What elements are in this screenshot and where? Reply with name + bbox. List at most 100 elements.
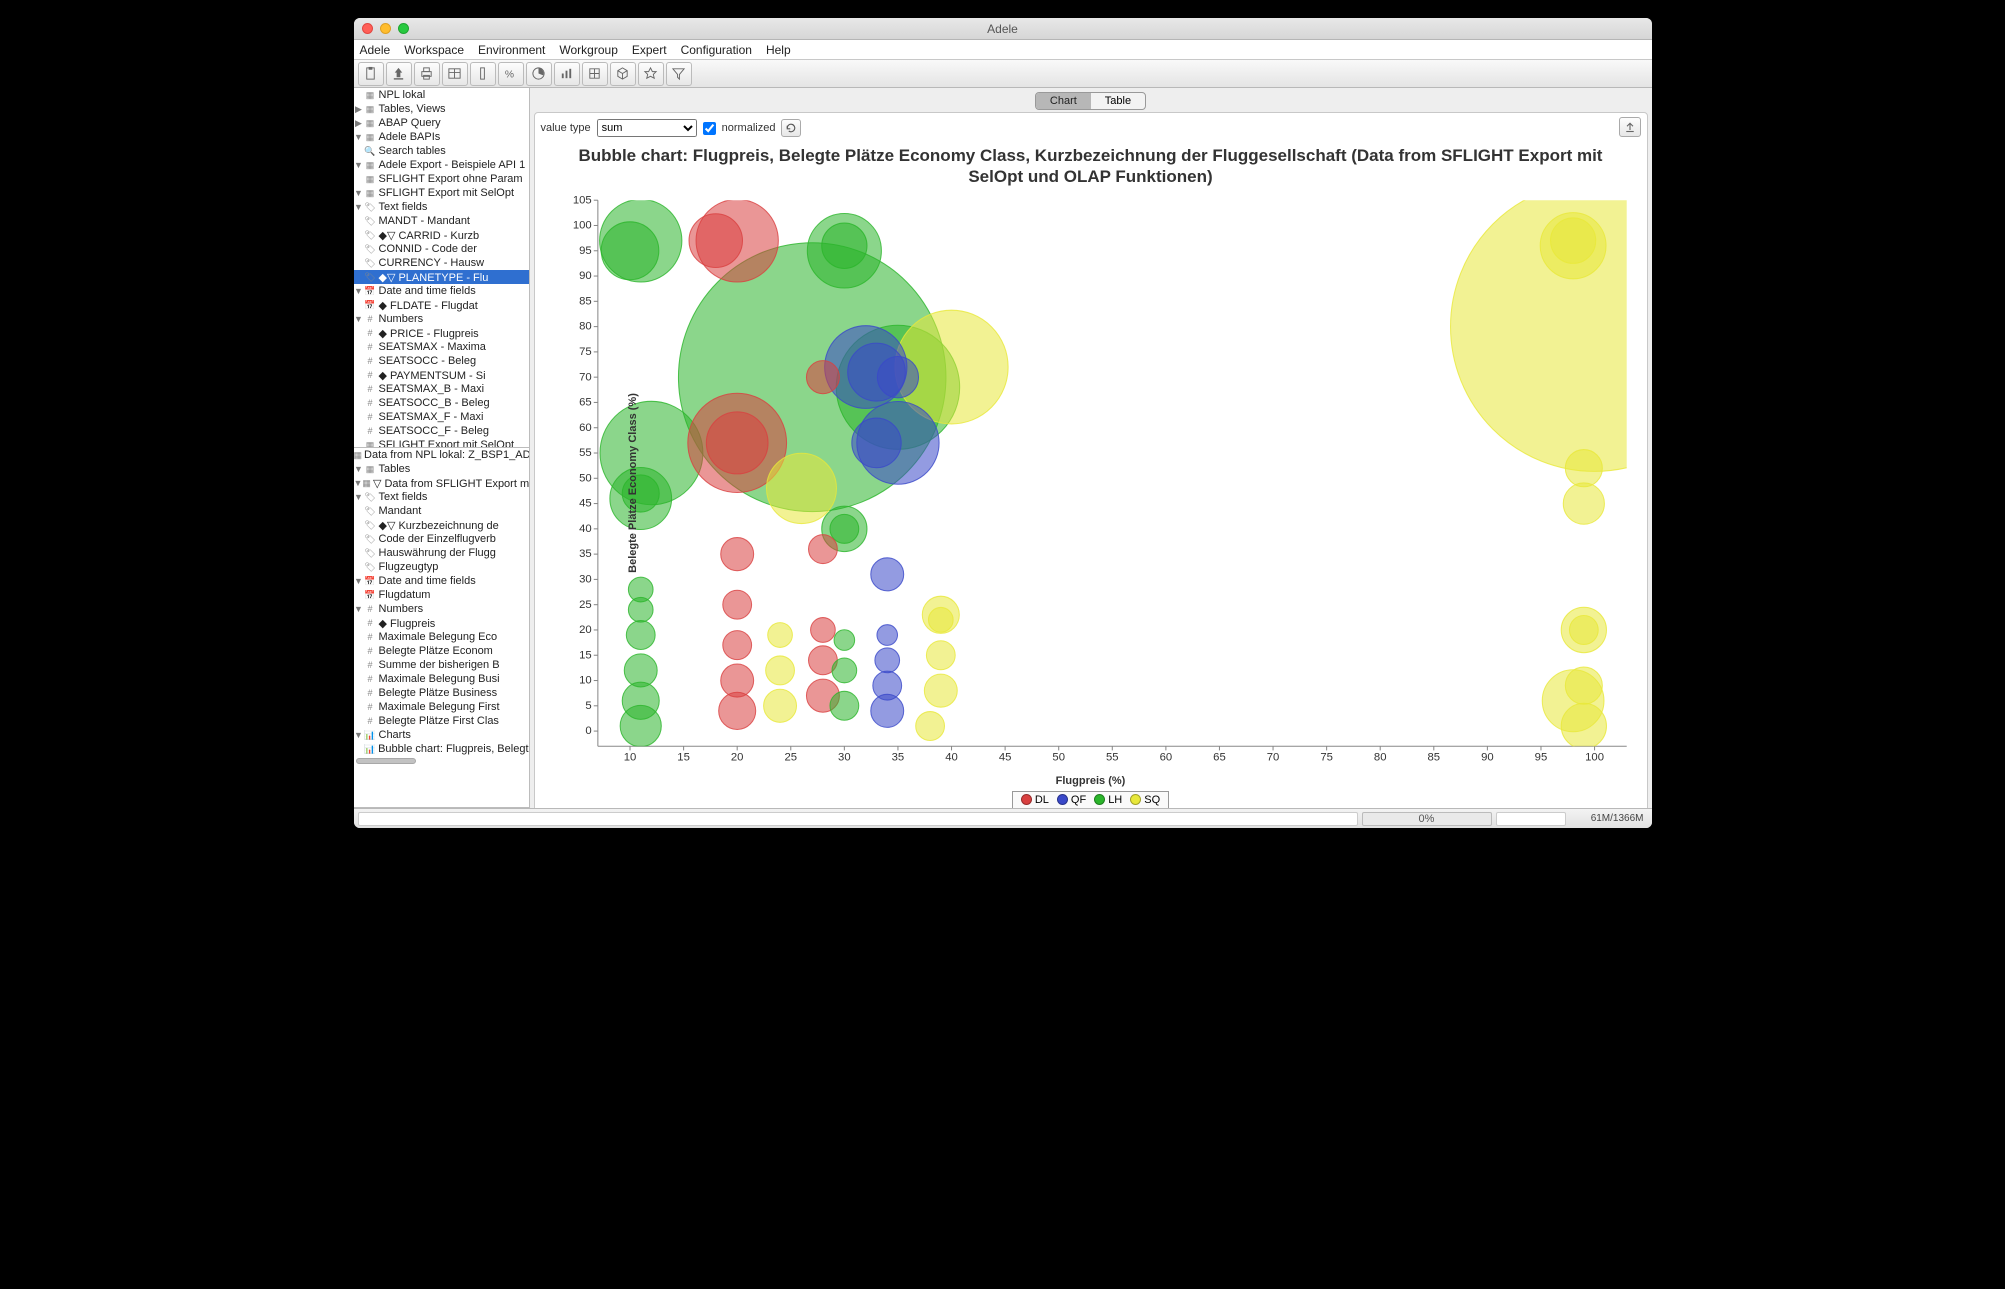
svg-text:0: 0 [585, 725, 591, 737]
tree-item[interactable]: #Belegte Plätze First Clas [354, 714, 529, 728]
menu-workgroup[interactable]: Workgroup [559, 43, 617, 57]
tree-item[interactable]: #SEATSMAX_F - Maxi [354, 410, 529, 424]
svg-text:70: 70 [579, 371, 592, 383]
menu-workspace[interactable]: Workspace [404, 43, 464, 57]
plot-area[interactable]: Belegte Plätze Economy Class (%) 0510152… [567, 194, 1637, 773]
tree-item[interactable]: #SEATSOCC_F - Beleg [354, 424, 529, 438]
tree-item[interactable]: #SEATSOCC - Beleg [354, 354, 529, 368]
tree-item[interactable]: ▼#Numbers [354, 602, 529, 616]
tree-item[interactable]: #Maximale Belegung First [354, 700, 529, 714]
tree-item[interactable]: ▦SFLIGHT Export ohne Param [354, 172, 529, 186]
svg-text:25: 25 [784, 751, 797, 763]
tree-item[interactable]: #Belegte Plätze Business [354, 686, 529, 700]
tree-item[interactable]: #Maximale Belegung Busi [354, 672, 529, 686]
value-type-select[interactable]: sum [597, 119, 697, 137]
normalized-label: normalized [722, 122, 776, 134]
window-title: Adele [354, 22, 1652, 36]
clipboard-icon[interactable] [358, 62, 384, 86]
tree-item[interactable]: 🏷CONNID - Code der [354, 242, 529, 256]
menu-environment[interactable]: Environment [478, 43, 545, 57]
column-icon[interactable] [470, 62, 496, 86]
svg-text:80: 80 [579, 320, 592, 332]
tree-item[interactable]: ▼#Numbers [354, 312, 529, 326]
tree-lower[interactable]: ▦Data from NPL lokal: Z_BSP1_ADELE_E ▼▦T… [354, 448, 529, 808]
cube-icon[interactable] [610, 62, 636, 86]
svg-text:90: 90 [579, 270, 592, 282]
tree-root-lower[interactable]: ▦Data from NPL lokal: Z_BSP1_ADELE_E [354, 448, 529, 462]
bar-chart-icon[interactable] [554, 62, 580, 86]
tree-item[interactable]: 🏷MANDT - Mandant [354, 214, 529, 228]
chart-controls: value type sum normalized [539, 117, 1643, 143]
tab-chart[interactable]: Chart [1036, 93, 1091, 109]
status-field [1496, 812, 1566, 826]
upload-icon[interactable] [386, 62, 412, 86]
tree-item[interactable]: #◆ PAYMENTSUM - Si [354, 368, 529, 382]
legend-item[interactable]: LH [1094, 794, 1122, 806]
tree-item[interactable]: 🏷◆▽ Kurzbezeichnung de [354, 518, 529, 532]
tree-item[interactable]: ▼▦Tables [354, 462, 529, 476]
menu-configuration[interactable]: Configuration [681, 43, 752, 57]
tree-item[interactable]: 🏷Code der Einzelflugverb [354, 532, 529, 546]
tree-item[interactable]: 🏷◆▽ PLANETYPE - Flu [354, 270, 529, 284]
tree-item[interactable]: ▼▦Adele Export - Beispiele API 1 [354, 158, 529, 172]
print-icon[interactable] [414, 62, 440, 86]
svg-text:15: 15 [677, 751, 690, 763]
tree-item[interactable]: #Summe der bisherigen B [354, 658, 529, 672]
main-panel: Chart Table value type sum normalized [530, 88, 1652, 808]
pie-icon[interactable] [526, 62, 552, 86]
tab-table[interactable]: Table [1091, 93, 1145, 109]
tree-item[interactable]: 🔍Search tables [354, 144, 529, 158]
legend-item[interactable]: DL [1021, 794, 1049, 806]
tree-item[interactable]: ▦SFLIGHT Export mit SelOpt [354, 438, 529, 448]
tree-item[interactable]: ▶▦ABAP Query [354, 116, 529, 130]
tree-item[interactable]: 📅◆ FLDATE - Flugdat [354, 298, 529, 312]
tree-item[interactable]: #Belegte Plätze Econom [354, 644, 529, 658]
tree-item[interactable]: #◆ Flugpreis [354, 616, 529, 630]
tree-item[interactable]: ▼📅Date and time fields [354, 284, 529, 298]
tree-item[interactable]: 🏷Hauswährung der Flugg [354, 546, 529, 560]
tree-item[interactable]: 🏷◆▽ CARRID - Kurzb [354, 228, 529, 242]
normalized-checkbox[interactable] [703, 122, 716, 135]
tree-item[interactable]: 🏷Mandant [354, 504, 529, 518]
tree-item[interactable]: #Maximale Belegung Eco [354, 630, 529, 644]
tree-item[interactable]: #SEATSMAX_B - Maxi [354, 382, 529, 396]
tree-item[interactable]: 📅Flugdatum [354, 588, 529, 602]
tree-item[interactable]: ▼📊Charts [354, 728, 529, 742]
export-button[interactable] [1619, 117, 1641, 137]
tree-item[interactable]: #◆ PRICE - Flugpreis [354, 326, 529, 340]
svg-text:80: 80 [1373, 751, 1386, 763]
svg-text:20: 20 [579, 624, 592, 636]
svg-text:100: 100 [1585, 751, 1604, 763]
tree-item[interactable]: ▼🏷Text fields [354, 490, 529, 504]
tree-item[interactable]: ▼🏷Text fields [354, 200, 529, 214]
tree-item[interactable]: ▼📅Date and time fields [354, 574, 529, 588]
menu-help[interactable]: Help [766, 43, 791, 57]
tree-item[interactable]: 🏷CURRENCY - Hausw [354, 256, 529, 270]
statusbar: 0% 61M/1366M [354, 808, 1652, 828]
tree-item[interactable]: ▶▦Tables, Views [354, 102, 529, 116]
svg-text:%: % [505, 69, 514, 80]
tree-root[interactable]: ▦NPL lokal [354, 88, 529, 102]
tree-item[interactable]: ▼▦SFLIGHT Export mit SelOpt [354, 186, 529, 200]
h-scrollbar[interactable] [356, 758, 416, 764]
svg-text:55: 55 [579, 447, 592, 459]
tree-item[interactable]: 🏷Flugzeugtyp [354, 560, 529, 574]
tree-item[interactable]: 📊Bubble chart: Flugpreis, Belegt [354, 742, 529, 756]
legend-item[interactable]: QF [1057, 794, 1086, 806]
refresh-button[interactable] [781, 119, 801, 137]
tree-upper[interactable]: ▦NPL lokal ▶▦Tables, Views▶▦ABAP Query▼▦… [354, 88, 529, 448]
menu-expert[interactable]: Expert [632, 43, 667, 57]
percent-icon[interactable]: % [498, 62, 524, 86]
menu-adele[interactable]: Adele [360, 43, 391, 57]
table-icon[interactable] [442, 62, 468, 86]
grid-icon[interactable] [582, 62, 608, 86]
titlebar: Adele [354, 18, 1652, 40]
svg-text:95: 95 [1534, 751, 1547, 763]
tree-item[interactable]: #SEATSOCC_B - Beleg [354, 396, 529, 410]
tree-item[interactable]: #SEATSMAX - Maxima [354, 340, 529, 354]
funnel-icon[interactable] [666, 62, 692, 86]
tree-item[interactable]: ▼▦▽ Data from SFLIGHT Export m [354, 476, 529, 490]
filter-star-icon[interactable] [638, 62, 664, 86]
legend-item[interactable]: SQ [1130, 794, 1160, 806]
tree-item[interactable]: ▼▦Adele BAPIs [354, 130, 529, 144]
